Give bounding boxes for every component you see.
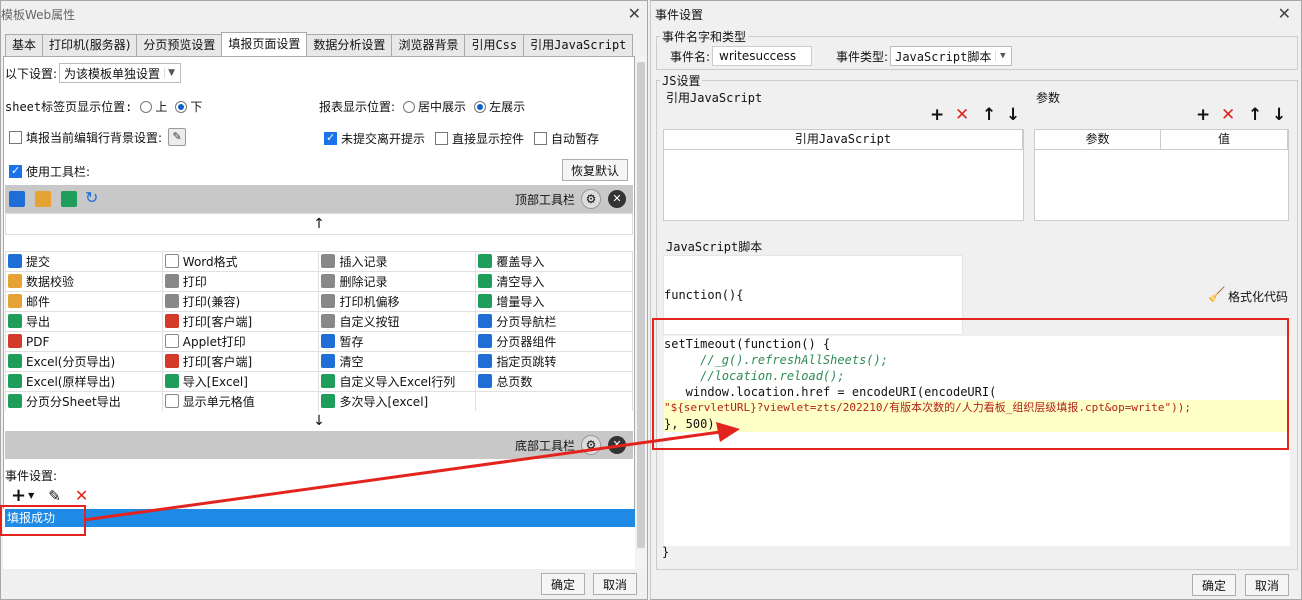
annotation-arrow-head (716, 422, 740, 442)
annotation-arrow-line (83, 430, 721, 522)
annotation-arrow (83, 422, 740, 522)
